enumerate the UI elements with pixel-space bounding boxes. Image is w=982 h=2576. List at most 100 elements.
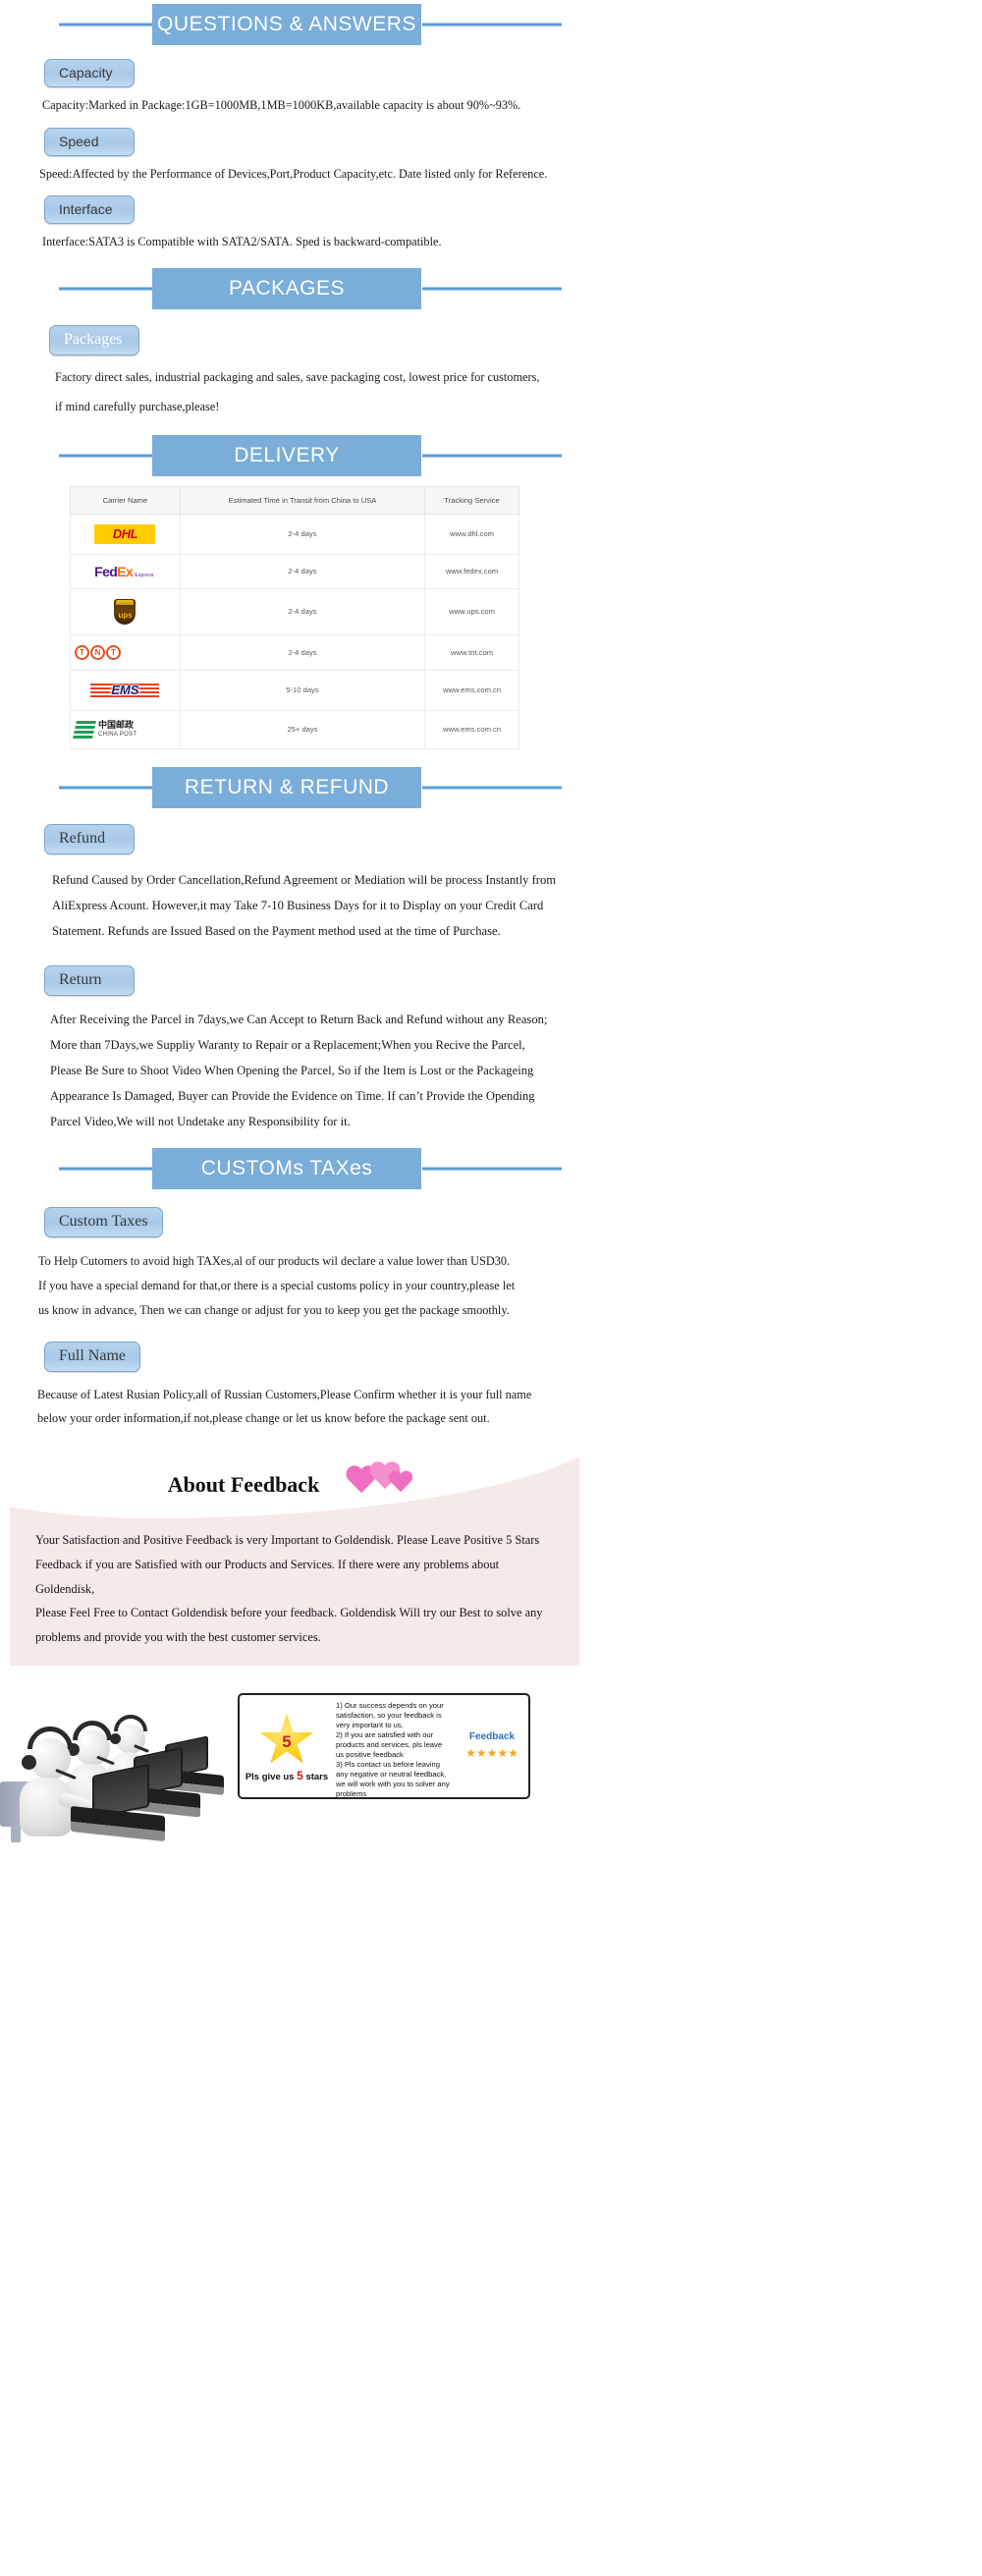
table-row: EMS 5-10 days www.ems.com.cn	[70, 669, 519, 711]
feedback-point-1: 1) Our success depends on your satisfact…	[336, 1701, 444, 1730]
banner-title-delivery: DELIVERY	[152, 434, 421, 476]
feedback-point-2: 2) If you are satisfied with our product…	[336, 1730, 443, 1760]
banner-rule-left	[59, 454, 152, 458]
five-star-icon: 5	[260, 1714, 313, 1765]
transit-time-dhl: 2-4 days	[179, 513, 426, 555]
feedback-line-3: Please Feel Free to Contact Goldendisk b…	[35, 1606, 543, 1620]
banner-rule-right	[422, 23, 562, 27]
footer-banner: 5 Pls give us 5 stars 1) Our success dep…	[0, 1666, 589, 1843]
custom-taxes-label: Custom Taxes	[44, 1207, 163, 1238]
qa-text-capacity: Capacity:Marked in Package:1GB=1000MB,1M…	[42, 98, 521, 112]
transit-time-fedex: 2-4 days	[179, 553, 426, 589]
product-description-page: QUESTIONS & ANSWERS Capacity Capacity:Ma…	[0, 0, 589, 2576]
refund-text: Refund Caused by Order Cancellation,Refu…	[44, 868, 589, 944]
refund-label: Refund	[44, 823, 135, 854]
return-line-2: More than 7Days,we Suppliy Waranty to Re…	[50, 1038, 525, 1053]
tracking-url-ems[interactable]: www.ems.com.cn	[424, 669, 519, 711]
delivery-table-header-row: Carrier Name Estimated Time in Transit f…	[70, 485, 519, 515]
star-caption: Pls give us 5 stars	[246, 1769, 328, 1782]
full-name-label: Full Name	[44, 1342, 140, 1373]
full-name-text: Because of Latest Rusian Policy,all of R…	[37, 1384, 589, 1430]
tracking-url-fedex[interactable]: www.fedex.com	[424, 553, 519, 589]
fedex-fed-text: Fed	[94, 563, 118, 579]
tnt-logo: T N T	[75, 644, 176, 660]
transit-time-ups: 2-4 days	[179, 587, 426, 635]
table-row: FedEx Express 2-4 days www.fedex.com	[70, 553, 519, 589]
customer-service-agents-illustration	[6, 1680, 251, 1842]
banner-rule-left	[59, 1167, 152, 1171]
custom-taxes-line-1: To Help Cutomers to avoid high TAXes,al …	[38, 1254, 511, 1269]
china-post-chinese-text: 中国邮政	[98, 721, 135, 732]
rating-stars-icon: ★★★★★	[465, 1746, 518, 1761]
packages-label: Packages	[49, 324, 139, 356]
ups-logo: ups	[114, 598, 136, 625]
return-line-1: After Receiving the Parcel in 7days,we C…	[50, 1013, 548, 1027]
custom-taxes-block: Custom Taxes To Help Cutomers to avoid h…	[0, 1189, 589, 1322]
banner-rule-left	[59, 287, 152, 291]
about-feedback-title: About Feedback	[167, 1471, 320, 1497]
about-feedback-card: About Feedback Your Satisfaction and Pos…	[10, 1443, 579, 1667]
tracking-url-china-post[interactable]: www.ems.com.cn	[424, 709, 519, 749]
china-post-wordmark: 中国邮政 CHINA POST	[98, 721, 136, 738]
table-row: ups 2-4 days www.ups.com	[70, 587, 519, 635]
dhl-logo: DHL	[94, 523, 156, 544]
banner-rule-right	[422, 786, 562, 790]
packages-line-1: Factory direct sales, industrial packagi…	[55, 369, 540, 384]
packages-line-2: if mind carefully purchase,please!	[55, 400, 220, 414]
fedex-ex-text: Ex	[117, 563, 134, 579]
return-line-5: Parcel Video,We will not Undetake any Re…	[50, 1114, 351, 1128]
return-label: Return	[44, 965, 135, 997]
banner-rule-right	[422, 454, 562, 458]
return-line-4: Appearance Is Damaged, Buyer can Provide…	[50, 1088, 535, 1103]
banner-rule-left	[59, 23, 152, 27]
return-block: Return After Receiving the Parcel in 7da…	[0, 944, 589, 1134]
ems-logo-text: EMS	[111, 683, 139, 698]
carrier-cell-ups: ups	[70, 587, 181, 635]
refund-line-3: Statement. Refunds are Issued Based on t…	[52, 923, 501, 938]
fedex-express-text: Express	[135, 572, 154, 578]
section-banner-qa: QUESTIONS & ANSWERS	[0, 4, 589, 45]
qa-label-capacity: Capacity	[44, 59, 135, 87]
return-line-3: Please Be Sure to Shoot Video When Openi…	[50, 1064, 534, 1078]
tracking-url-tnt[interactable]: www.tnt.com	[424, 633, 519, 671]
carrier-cell-tnt: T N T	[70, 633, 181, 671]
carrier-cell-china-post: 中国邮政 CHINA POST	[70, 709, 181, 749]
star-caption-pre: Pls give us	[245, 1772, 295, 1783]
tracking-url-dhl[interactable]: www.dhl.com	[424, 513, 519, 555]
refund-line-1: Refund Caused by Order Cancellation,Refu…	[52, 872, 557, 887]
column-header-carrier: Carrier Name	[70, 485, 181, 515]
heart-icon-3	[388, 1471, 413, 1495]
table-row: T N T 2-4 days www.tnt.com	[70, 633, 519, 671]
section-banner-delivery: DELIVERY	[0, 434, 589, 476]
custom-taxes-line-2: If you have a special demand for that,or…	[38, 1279, 516, 1293]
tnt-letter-2: N	[90, 644, 105, 660]
ups-logo-text: ups	[118, 610, 133, 620]
refund-line-2: AliExpress Acount. However,it may Take 7…	[52, 898, 544, 912]
five-star-column: 5 Pls give us 5 stars	[240, 1695, 334, 1797]
carrier-cell-dhl: DHL	[70, 513, 181, 555]
china-post-emblem-icon	[73, 720, 96, 739]
hearts-icon	[345, 1462, 421, 1507]
feedback-rating-column: Feedback ★★★★★	[456, 1695, 528, 1797]
transit-time-china-post: 25+ days	[179, 709, 426, 749]
return-text: After Receiving the Parcel in 7days,we C…	[44, 1008, 589, 1134]
full-name-line-2: below your order information,if not,plea…	[37, 1410, 490, 1425]
custom-taxes-line-3: us know in advance, Then we can change o…	[38, 1302, 510, 1317]
banner-title-customs: CUSTOMs TAXes	[152, 1148, 421, 1190]
feedback-point-3: 3) Pls contact us before leaving any neg…	[336, 1760, 450, 1799]
tnt-letter-1: T	[75, 644, 89, 660]
star-number: 5	[282, 1732, 292, 1752]
fedex-logo-wordmark: FedEx	[94, 563, 134, 579]
full-name-line-1: Because of Latest Rusian Policy,all of R…	[37, 1388, 532, 1402]
carrier-cell-fedex: FedEx Express	[70, 553, 181, 589]
banner-title-qa: QUESTIONS & ANSWERS	[152, 4, 421, 45]
tracking-url-ups[interactable]: www.ups.com	[424, 587, 519, 635]
qa-item-interface: Interface Interface:SATA3 is Compatible …	[0, 182, 589, 250]
qa-label-speed: Speed	[44, 127, 135, 156]
feedback-points-column: 1) Our success depends on your satisfact…	[334, 1695, 456, 1799]
feedback-body-text: Your Satisfaction and Positive Feedback …	[10, 1526, 579, 1666]
refund-block: Refund Refund Caused by Order Cancellati…	[0, 808, 589, 944]
fedex-logo: FedEx Express	[94, 565, 156, 578]
qa-text-interface: Interface:SATA3 is Compatible with SATA2…	[42, 235, 442, 249]
column-header-transit-time: Estimated Time in Transit from China to …	[179, 485, 426, 515]
